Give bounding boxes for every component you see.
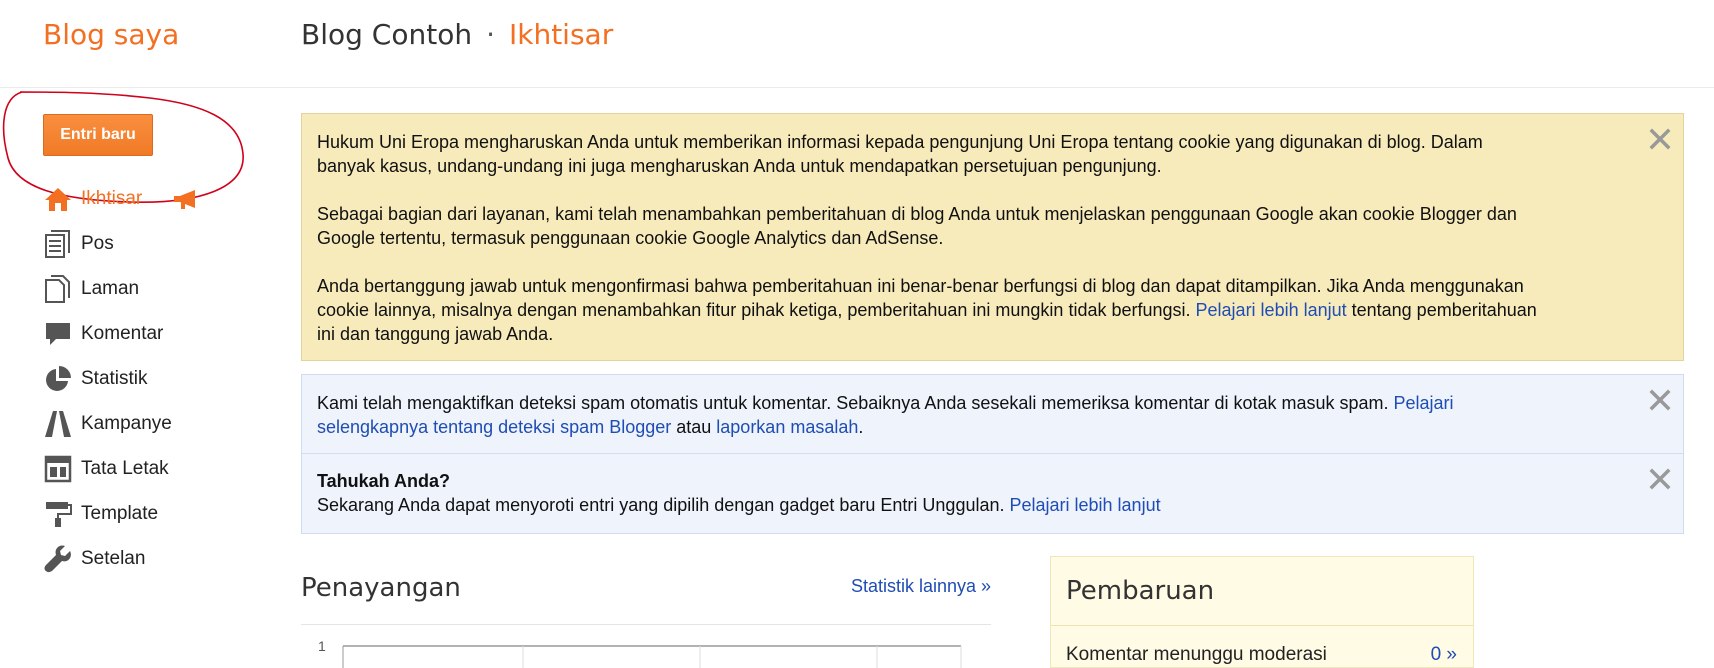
paint-roller-icon — [43, 499, 73, 529]
tip-text: Sekarang Anda dapat menyoroti entri yang… — [317, 493, 1543, 517]
my-blogs-link[interactable]: Blog saya — [43, 18, 179, 51]
wrench-icon — [43, 544, 73, 574]
sidebar-item-template[interactable]: Template — [43, 491, 263, 536]
close-icon[interactable] — [1647, 126, 1673, 152]
sidebar-item-label: Kampanye — [81, 412, 172, 434]
home-icon — [43, 184, 73, 214]
current-section: Ikhtisar — [508, 18, 614, 51]
sidebar-item-label: Ikhtisar — [81, 187, 143, 209]
title-separator: · — [486, 18, 495, 51]
posts-icon — [43, 229, 73, 259]
sidebar-item-label: Pos — [81, 232, 114, 254]
chart-y-tick: 1 — [318, 638, 326, 654]
divider — [301, 624, 991, 625]
sidebar-item-stats[interactable]: Statistik — [43, 356, 263, 401]
campaign-icon — [43, 409, 73, 439]
sidebar-item-layout[interactable]: Tata Letak — [43, 446, 263, 491]
sidebar-item-label: Template — [81, 502, 159, 524]
sidebar: Entri baru Ikhtisar Pos Laman Komentar S… — [0, 88, 270, 668]
tip-title: Tahukah Anda? — [317, 471, 451, 491]
spam-notice-text: Kami telah mengaktifkan deteksi spam oto… — [317, 391, 1543, 439]
sidebar-item-comments[interactable]: Komentar — [43, 311, 263, 356]
cookie-notice-paragraph: Anda bertanggung jawab untuk mengonfirma… — [317, 274, 1543, 346]
sidebar-nav: Ikhtisar Pos Laman Komentar Statistik Ka… — [43, 176, 263, 581]
more-stats-link[interactable]: Statistik lainnya » — [851, 576, 991, 597]
new-post-button[interactable]: Entri baru — [43, 114, 153, 156]
sidebar-item-campaigns[interactable]: Kampanye — [43, 401, 263, 446]
pageviews-chart: 1 — [318, 638, 962, 668]
spam-text: Kami telah mengaktifkan deteksi spam oto… — [317, 393, 1394, 413]
spam-text: . — [858, 417, 864, 437]
tip-body: Sekarang Anda dapat menyoroti entri yang… — [317, 495, 1010, 515]
close-icon[interactable] — [1647, 466, 1673, 492]
pending-comments-link[interactable]: 0 » — [1431, 644, 1457, 666]
sidebar-item-overview[interactable]: Ikhtisar — [43, 176, 263, 221]
sidebar-item-label: Setelan — [81, 547, 146, 569]
updates-panel: Pembaruan Komentar menunggu moderasi 0 » — [1050, 556, 1474, 668]
tip-learn-more-link[interactable]: Pelajari lebih lanjut — [1009, 495, 1160, 515]
comment-icon — [43, 319, 73, 349]
pages-icon — [43, 274, 73, 304]
layout-icon — [43, 454, 73, 484]
sidebar-item-label: Komentar — [81, 322, 164, 344]
sidebar-item-settings[interactable]: Setelan — [43, 536, 263, 581]
megaphone-icon[interactable] — [171, 188, 201, 210]
top-header: Blog saya Blog Contoh · Ikhtisar — [0, 0, 1714, 88]
learn-more-link[interactable]: Pelajari lebih lanjut — [1196, 300, 1347, 320]
tip-notice: Tahukah Anda? Sekarang Anda dapat menyor… — [301, 454, 1684, 534]
divider — [1051, 625, 1473, 626]
cookie-notice-paragraph: Hukum Uni Eropa mengharuskan Anda untuk … — [317, 132, 1483, 176]
pending-comments-label: Komentar menunggu moderasi — [1066, 644, 1327, 665]
sidebar-item-posts[interactable]: Pos — [43, 221, 263, 266]
pie-chart-icon — [43, 364, 73, 394]
sidebar-item-label: Laman — [81, 277, 140, 299]
spam-text: atau — [671, 417, 717, 437]
updates-title: Pembaruan — [1066, 576, 1215, 606]
sidebar-item-label: Statistik — [81, 367, 148, 389]
pageviews-title: Penayangan — [301, 573, 461, 603]
sidebar-item-label: Tata Letak — [81, 457, 169, 479]
spam-notice: Kami telah mengaktifkan deteksi spam oto… — [301, 374, 1684, 454]
sidebar-item-pages[interactable]: Laman — [43, 266, 263, 311]
page-title: Blog Contoh · Ikhtisar — [301, 18, 613, 51]
blog-name[interactable]: Blog Contoh — [301, 18, 472, 51]
close-icon[interactable] — [1647, 387, 1673, 413]
cookie-notice: Hukum Uni Eropa mengharuskan Anda untuk … — [301, 113, 1684, 361]
cookie-notice-paragraph: Sebagai bagian dari layanan, kami telah … — [317, 204, 1517, 248]
report-problem-link[interactable]: laporkan masalah — [716, 417, 858, 437]
